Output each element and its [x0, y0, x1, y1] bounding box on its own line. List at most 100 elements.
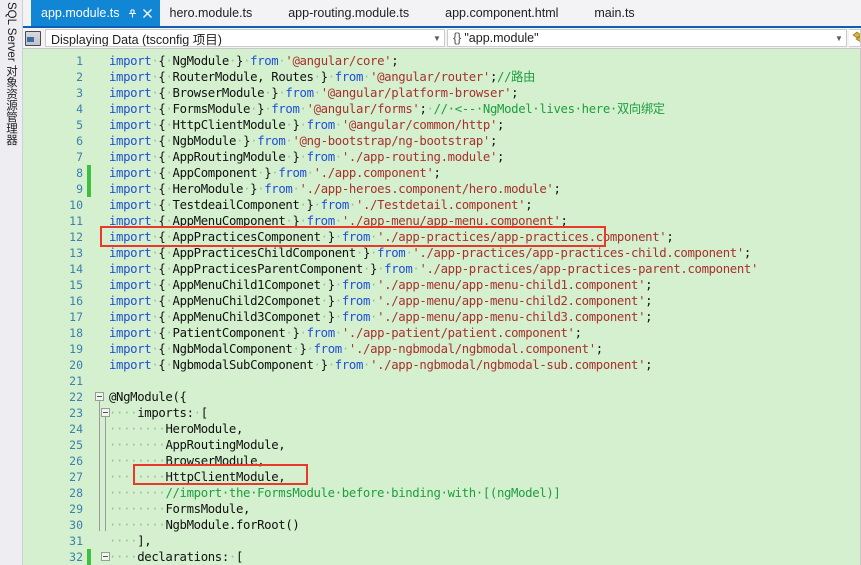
code-line: import·{·AppRoutingModule·}·from·'./app-…	[109, 149, 504, 165]
code-token: ;	[645, 310, 653, 324]
code-token: ·	[348, 198, 356, 212]
code-token: ·	[165, 214, 173, 228]
code-line: import·{·AppComponent·}·from·'./app.comp…	[109, 165, 441, 181]
module-icon	[852, 31, 860, 45]
code-token: AppRoutingModule	[172, 150, 286, 164]
code-token: ·	[165, 342, 173, 356]
code-token: ·	[334, 294, 342, 308]
tab-main-ts-label: main.ts	[594, 6, 635, 20]
code-token: ;	[595, 342, 603, 356]
code-token: ·	[363, 70, 371, 84]
code-token: ·	[228, 54, 237, 68]
tab-app-module-ts[interactable]: app.module.ts	[31, 0, 160, 26]
code-token: from	[306, 326, 336, 340]
code-token: '@angular/core'	[285, 54, 392, 68]
code-editor[interactable]: 1 2 3 4 5 6 7 8 9 10 11 12 13 14 15 16 17 18 19 20 21 22 23 24 2…	[23, 49, 861, 565]
tab-hero-module-ts[interactable]: hero.module.ts	[160, 0, 263, 26]
code-token: ·	[228, 550, 236, 564]
code-token: AppPracticesComponent	[172, 230, 321, 244]
code-token: ·	[299, 326, 307, 340]
code-token: ;	[433, 166, 441, 180]
code-token: AppRoutingModule,	[165, 438, 286, 452]
left-dock-strip: 工具箱 SQL Server 对象资源管理器	[0, 0, 23, 565]
line-number: 30	[69, 518, 83, 532]
code-token: ;	[645, 294, 653, 308]
code-token: from	[334, 70, 364, 84]
code-token: NgbModule	[172, 134, 237, 148]
code-token: import	[109, 166, 152, 180]
code-token: NgbModalComponent	[172, 342, 293, 356]
code-token: NgbModule.forRoot()	[165, 518, 300, 532]
line-number: 16	[69, 294, 83, 308]
outline-collapse-icon[interactable]	[95, 392, 104, 401]
code-token: ;	[666, 230, 674, 244]
code-token: AppComponent	[172, 166, 258, 180]
project-scope-dropdown[interactable]: Displaying Data (tsconfig 项目) ▼	[45, 29, 445, 47]
close-icon[interactable]	[140, 5, 156, 21]
code-token: ·	[313, 198, 321, 212]
code-token: ·	[299, 198, 307, 212]
code-token: ·	[292, 182, 300, 196]
code-token: //路由	[497, 70, 536, 84]
code-line: ········AppRoutingModule,	[109, 437, 286, 453]
code-token: import	[109, 230, 152, 244]
code-token: AppMenuChild2Componet	[172, 294, 321, 308]
symbol-scope-dropdown[interactable]: Ap	[849, 29, 861, 47]
tab-main-ts[interactable]: main.ts	[584, 0, 644, 26]
code-token: ·	[165, 262, 173, 276]
code-token: AppMenuComponent	[172, 214, 286, 228]
code-line: ····],	[109, 533, 152, 549]
code-token: BrowserModule	[172, 86, 265, 100]
line-number: 18	[69, 326, 83, 340]
dock-tab-sql-server-object-explorer[interactable]: SQL Server 对象资源管理器	[0, 0, 22, 300]
code-token: }	[320, 358, 328, 372]
pin-icon[interactable]	[126, 5, 140, 21]
line-number: 9	[76, 182, 83, 196]
code-token: ·	[165, 278, 173, 292]
code-token: ·	[355, 246, 363, 260]
code-token: HeroModule,	[165, 422, 244, 436]
chevron-down-icon[interactable]: ▼	[430, 30, 444, 46]
line-number: 19	[69, 342, 83, 356]
code-token: }	[306, 198, 314, 212]
code-token: ·	[327, 70, 335, 84]
code-line: import·{·RouterModule, Routes·}·from·'@a…	[109, 69, 535, 85]
code-token: }	[292, 214, 300, 228]
code-token: './app-practices/app-practices-parent.co…	[419, 262, 758, 276]
code-line: import·{·HeroModule·}·from·'./app-heroes…	[109, 181, 561, 197]
line-number: 1	[76, 54, 83, 68]
code-token: from	[313, 342, 343, 356]
code-text-area[interactable]: import·{·NgModule·}·from·'@angular/core'…	[109, 49, 860, 565]
code-token: HttpClientModule,	[165, 470, 286, 484]
code-token: ·	[165, 86, 173, 100]
code-token: }	[292, 150, 300, 164]
line-number-gutter: 1 2 3 4 5 6 7 8 9 10 11 12 13 14 15 16 17 18 19 20 21 22 23 24 2…	[23, 49, 110, 565]
code-line: ····declarations:·[	[109, 549, 243, 565]
code-token: import	[109, 54, 152, 68]
code-token: }	[299, 342, 307, 356]
code-token: ·	[313, 358, 321, 372]
line-number: 8	[76, 166, 83, 180]
tab-app-component-html[interactable]: app.component.html	[435, 0, 568, 26]
code-line: import·{·BrowserModule·}·from·'@angular/…	[109, 85, 519, 101]
code-token: './app-ngbmodal/ngbmodal-sub.component'	[370, 358, 646, 372]
code-token: import	[109, 294, 152, 308]
code-token: ·	[320, 278, 328, 292]
line-number: 17	[69, 310, 83, 324]
tab-app-routing-module-ts[interactable]: app-routing.module.ts	[278, 0, 419, 26]
chevron-down-icon[interactable]: ▼	[832, 30, 846, 46]
code-token: import	[109, 134, 152, 148]
member-scope-dropdown[interactable]: {} "app.module" ▼	[447, 29, 847, 47]
code-line: import·{·NgModule·}·from·'@angular/core'…	[109, 53, 399, 69]
code-token: from	[377, 246, 406, 260]
code-token: FormsModule	[172, 102, 251, 116]
code-token: ·	[165, 54, 173, 68]
code-token: from	[320, 198, 350, 212]
code-line: import·{·AppPracticesChildComponent·}·fr…	[109, 245, 751, 261]
code-token: ·	[165, 134, 173, 148]
code-token: ········	[109, 422, 166, 436]
change-indicator	[87, 165, 91, 197]
code-token: import	[109, 262, 152, 276]
code-line: ········BrowserModule,	[109, 453, 265, 469]
code-token: from	[384, 262, 413, 276]
